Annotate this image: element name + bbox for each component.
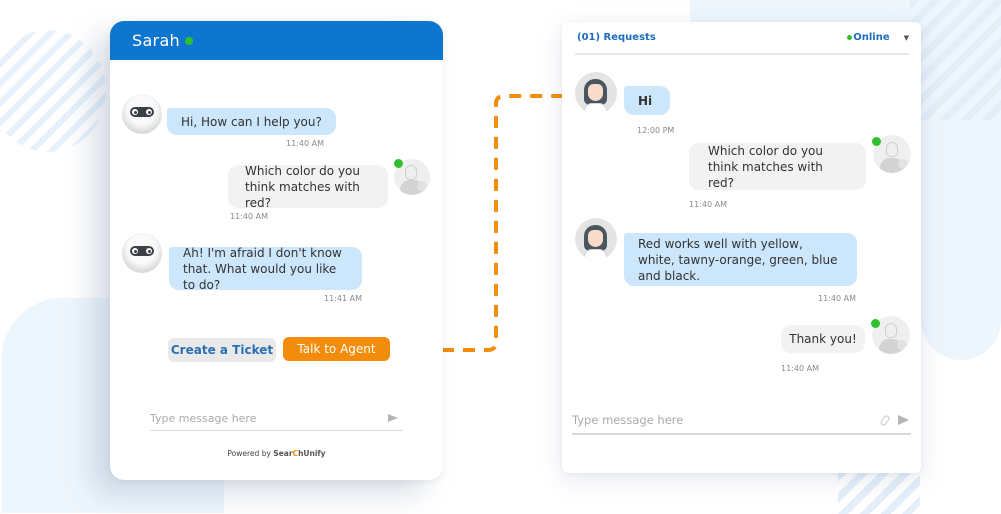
user-online-icon (394, 159, 403, 168)
message-input-row (150, 406, 403, 431)
user-message: Thank you! (781, 325, 865, 353)
requests-tab[interactable]: (01) Requests (575, 32, 656, 43)
user-online-icon (872, 137, 881, 146)
talk-to-agent-button[interactable]: Talk to Agent (283, 337, 390, 361)
decorative-striped-circle-left (0, 30, 106, 152)
message-time: 11:41 AM (324, 294, 362, 303)
console-header: (01) Requests Online ▼ (575, 22, 909, 55)
agent-console: (01) Requests Online ▼ Hi 12:00 PM Which… (562, 22, 921, 473)
chatbot-widget: Sarah Hi, How can I help you? 11:40 AM W… (110, 21, 443, 480)
message-input[interactable] (150, 411, 353, 425)
create-ticket-button[interactable]: Create a Ticket (168, 338, 276, 362)
bot-message: Hi, How can I help you? (167, 108, 336, 135)
widget-title: Sarah (132, 31, 180, 50)
agent-avatar (575, 218, 617, 260)
decorative-stripes-top-right (910, 0, 1001, 120)
message-text: Ah! I'm afraid I don't know that. What w… (183, 245, 342, 292)
brand-text: hUnify (298, 449, 326, 458)
message-text: Which color do you think matches with re… (708, 143, 824, 190)
bot-message: Ah! I'm afraid I don't know that. What w… (169, 245, 362, 292)
robot-icon (130, 107, 154, 117)
status-dropdown[interactable]: Online ▼ (847, 32, 909, 43)
message-text: Hi (638, 93, 653, 108)
message-text: Thank you! (789, 332, 857, 346)
message-text: Which color do you think matches with re… (245, 163, 361, 210)
decorative-blob-right (921, 90, 1001, 360)
user-message: Which color do you think matches with re… (228, 163, 388, 210)
online-status-icon (847, 35, 853, 40)
decorative-stripes-bottom-right (838, 472, 920, 514)
message-time: 12:00 PM (637, 126, 675, 135)
bot-avatar (122, 94, 162, 134)
message-time: 11:40 AM (230, 212, 268, 221)
agent-message: Hi (624, 86, 670, 115)
chevron-down-icon[interactable]: ▼ (904, 34, 909, 42)
agent-message: Red works well with yellow, white, tawny… (624, 233, 857, 286)
send-icon[interactable] (898, 415, 909, 425)
message-text: Red works well with yellow, white, tawny… (638, 236, 838, 283)
user-icon (886, 142, 898, 157)
message-time: 11:40 AM (689, 200, 727, 209)
message-input[interactable] (572, 413, 827, 427)
agent-avatar (575, 72, 617, 114)
user-icon (405, 165, 417, 180)
message-time: 11:40 AM (781, 364, 819, 373)
status-label: Online (853, 32, 890, 43)
message-input-row (572, 407, 911, 435)
powered-by-footer: Powered by SearChUnify (110, 449, 443, 458)
user-online-icon (871, 319, 880, 328)
message-time: 11:40 AM (286, 139, 324, 148)
robot-icon (130, 246, 154, 256)
powered-by-label: Powered by (227, 449, 271, 458)
message-time: 11:40 AM (818, 294, 856, 303)
user-message: Which color do you think matches with re… (689, 143, 866, 190)
brand-text: Sear (273, 449, 293, 458)
brand-logo: SearChUnify (273, 449, 325, 458)
bot-avatar (122, 233, 162, 273)
message-text: Hi, How can I help you? (181, 114, 322, 129)
send-icon[interactable] (388, 414, 398, 422)
online-status-icon (184, 36, 193, 45)
widget-header: Sarah (110, 21, 443, 60)
paperclip-icon[interactable] (879, 413, 891, 427)
user-icon (885, 323, 897, 338)
